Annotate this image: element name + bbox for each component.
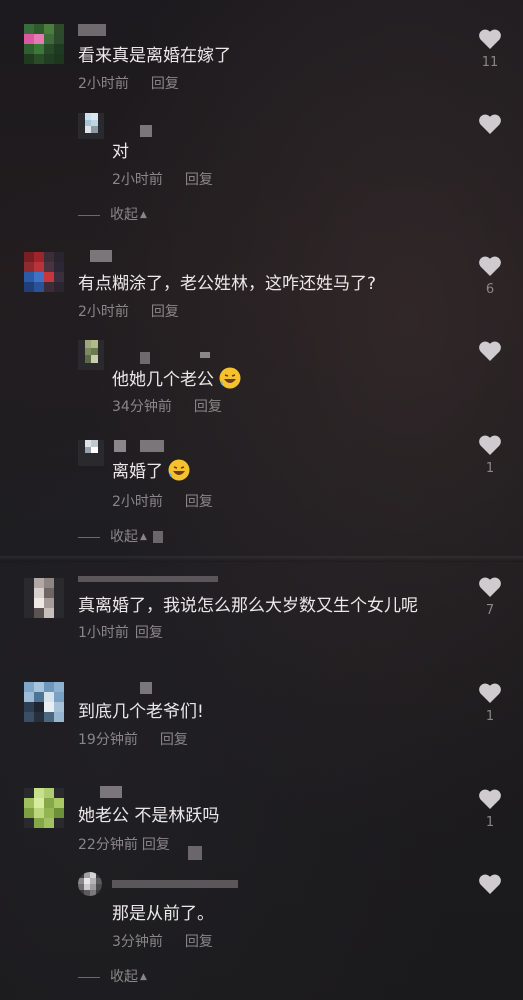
- comment-time: 1小时前: [78, 625, 129, 641]
- heart-icon: [479, 683, 501, 703]
- heart-icon: [479, 874, 501, 894]
- collapse-divider: [78, 214, 100, 216]
- comment-text: 到底几个老爷们!: [78, 702, 204, 722]
- collapse-label: 收起: [110, 529, 138, 545]
- like-button[interactable]: 1: [477, 682, 503, 724]
- comment-meta: 2小时前 回复: [78, 75, 179, 93]
- comment-meta: 2小时前 回复: [78, 303, 179, 321]
- comment-meta: 2小时前 回复: [112, 171, 213, 189]
- heart-icon: [479, 114, 501, 134]
- username-blurred[interactable]: [100, 786, 122, 800]
- like-button[interactable]: 11: [477, 28, 503, 70]
- triangle-up-icon: ▲: [140, 210, 147, 220]
- heart-icon: [479, 29, 501, 49]
- comment-time: 2小时前: [78, 76, 129, 92]
- rofl-emoji: [168, 459, 190, 481]
- comment-meta: 19分钟前 回复: [78, 731, 188, 749]
- collapse-label: 收起: [110, 207, 138, 223]
- comment-time: 19分钟前: [78, 732, 138, 748]
- comment-text-content: 他她几个老公: [112, 370, 214, 390]
- comment-text: 那是从前了。: [112, 904, 214, 924]
- heart-icon: [479, 789, 501, 809]
- collapse-label: 收起: [110, 969, 138, 985]
- like-button[interactable]: 1: [477, 434, 503, 476]
- comment-text: 有点糊涂了，老公姓林，这咋还姓马了?: [78, 274, 377, 294]
- comment-time: 3分钟前: [112, 934, 163, 950]
- like-button[interactable]: 1: [477, 788, 503, 830]
- like-count: 11: [481, 55, 499, 70]
- like-count: 1: [485, 815, 495, 830]
- comment-text: 对: [112, 142, 129, 162]
- avatar[interactable]: [24, 788, 64, 828]
- comment-text: 他她几个老公: [112, 366, 242, 392]
- username-blurred[interactable]: [90, 250, 112, 264]
- collapse-replies-button[interactable]: 收起 ▲: [78, 206, 147, 224]
- comment-time: 2小时前: [112, 494, 163, 510]
- avatar[interactable]: [24, 682, 64, 722]
- comment-meta: 1小时前 回复: [78, 624, 163, 642]
- comment-text: 离婚了: [112, 458, 191, 484]
- avatar[interactable]: [24, 252, 64, 292]
- comment-text: 看来真是离婚在嫁了: [78, 46, 231, 66]
- screenshot-seam: [0, 556, 523, 562]
- triangle-up-icon: ▲: [140, 532, 147, 542]
- comment-meta: 2小时前 回复: [112, 493, 213, 511]
- comment-time: 2小时前: [78, 304, 129, 320]
- rofl-emoji: [219, 367, 241, 389]
- blur-patch: [152, 531, 163, 543]
- collapse-replies-button[interactable]: 收起 ▲: [78, 968, 147, 986]
- like-button[interactable]: 7: [477, 576, 503, 618]
- reply-button[interactable]: 回复: [151, 76, 179, 92]
- comment-time: 22分钟前: [78, 837, 138, 853]
- comment-meta: 22分钟前 回复: [78, 836, 170, 854]
- avatar[interactable]: [78, 113, 104, 139]
- like-count: 6: [485, 282, 495, 297]
- avatar[interactable]: [78, 872, 102, 896]
- collapse-replies-button[interactable]: 收起 ▲: [78, 528, 163, 546]
- like-button[interactable]: [477, 340, 503, 362]
- like-count: 1: [485, 461, 495, 476]
- comment-time: 2小时前: [112, 172, 163, 188]
- username-blurred[interactable]: [112, 880, 238, 894]
- reply-button[interactable]: 回复: [142, 837, 170, 853]
- triangle-up-icon: ▲: [140, 972, 147, 982]
- like-count: 1: [485, 709, 495, 724]
- username-blurred[interactable]: [140, 125, 152, 139]
- like-count: 7: [485, 603, 495, 618]
- avatar[interactable]: [24, 24, 64, 64]
- comment-text-content: 离婚了: [112, 462, 163, 482]
- reply-button[interactable]: 回复: [135, 625, 163, 641]
- avatar[interactable]: [78, 440, 104, 466]
- comment-panel: 看来真是离婚在嫁了 2小时前 回复 11 对 2小时前 回复 收起 ▲ 有点糊涂…: [0, 0, 523, 1000]
- reply-button[interactable]: 回复: [185, 172, 213, 188]
- reply-button[interactable]: 回复: [185, 934, 213, 950]
- username-blurred[interactable]: [78, 576, 218, 590]
- comment-meta: 34分钟前 回复: [112, 398, 222, 416]
- like-button[interactable]: 6: [477, 255, 503, 297]
- comment-text: 真离婚了，我说怎么那么大岁数又生个女儿呢: [78, 596, 418, 616]
- heart-icon: [479, 341, 501, 361]
- blur-patch: [188, 846, 202, 860]
- like-button[interactable]: [477, 113, 503, 135]
- username-blurred[interactable]: [78, 24, 106, 38]
- heart-icon: [479, 256, 501, 276]
- comment-time: 34分钟前: [112, 399, 172, 415]
- avatar[interactable]: [24, 578, 64, 618]
- like-button[interactable]: [477, 873, 503, 895]
- reply-button[interactable]: 回复: [185, 494, 213, 510]
- heart-icon: [479, 435, 501, 455]
- reply-button[interactable]: 回复: [160, 732, 188, 748]
- username-blurred[interactable]: [140, 352, 210, 366]
- username-blurred[interactable]: [140, 682, 152, 696]
- heart-icon: [479, 577, 501, 597]
- avatar[interactable]: [78, 340, 104, 370]
- reply-button[interactable]: 回复: [194, 399, 222, 415]
- collapse-divider: [78, 536, 100, 538]
- username-blurred[interactable]: [114, 440, 164, 454]
- collapse-divider: [78, 976, 100, 978]
- comment-text: 她老公 不是林跃吗: [78, 806, 220, 826]
- reply-button[interactable]: 回复: [151, 304, 179, 320]
- comment-meta: 3分钟前 回复: [112, 933, 213, 951]
